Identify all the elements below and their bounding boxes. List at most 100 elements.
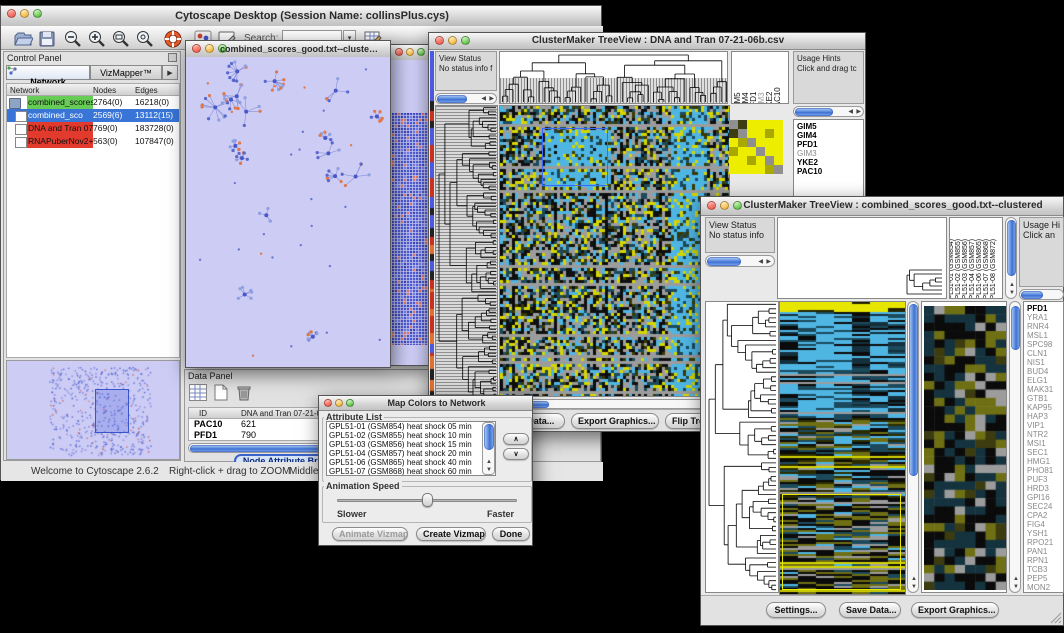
attribute-list[interactable]: GPL51-01 (GSM854) heat shock 05 minGPL51… (326, 421, 496, 476)
gene-list-item[interactable]: SPC98 (1027, 340, 1063, 349)
tv2-heatmap-vscrollbar[interactable]: ▲▼ (907, 301, 919, 593)
matrix-cell[interactable] (765, 156, 774, 165)
tv1-right-scrollbar[interactable]: ◀▶ (793, 106, 864, 117)
tab-network[interactable]: Network (6, 65, 90, 80)
array-column-label[interactable]: GPL51-03 (GSM856) (962, 239, 969, 299)
minimize-button[interactable] (335, 399, 343, 407)
tab-overflow-button[interactable]: ▶ (162, 65, 178, 80)
done-button[interactable]: Done (492, 527, 530, 541)
attribute-list-item[interactable]: GPL51-03 (GSM856) heat shock 15 min (327, 440, 495, 449)
zoom-button[interactable] (417, 48, 425, 56)
matrix-cell[interactable] (729, 138, 738, 147)
gene-list-item[interactable]: PFD1 (1027, 304, 1063, 313)
matrix-cell[interactable] (756, 138, 765, 147)
help-lifering-icon[interactable] (163, 29, 183, 49)
zoom-fit-icon[interactable] (111, 29, 131, 49)
close-button[interactable] (192, 44, 201, 53)
matrix-cell[interactable] (747, 120, 756, 129)
zoom-heatmap-panel[interactable] (921, 301, 1007, 593)
attribute-list-item[interactable]: GPL51-02 (GSM855) heat shock 10 min (327, 431, 495, 440)
gene-list-item[interactable]: GPI16 (1027, 493, 1063, 502)
network-row[interactable]: combined_scores2764(0)16218(0) (7, 96, 179, 109)
tv2-genelist-hscrollbar[interactable] (1019, 289, 1064, 300)
matrix-cell[interactable] (738, 147, 747, 156)
attribute-list-item[interactable]: GPL51-04 (GSM857) heat shock 20 min (327, 449, 495, 458)
gene-list-item[interactable]: MAK31 (1027, 385, 1063, 394)
gene-list-item[interactable]: PHO81 (1027, 466, 1063, 475)
network2-canvas-area[interactable] (391, 60, 429, 365)
main-titlebar[interactable]: Cytoscape Desktop (Session Name: collins… (1, 6, 601, 27)
gene-list-item[interactable]: SEC1 (1027, 448, 1063, 457)
tv1-status-scrollbar[interactable]: ◀▶ (435, 93, 497, 104)
move-up-button[interactable]: ∧ (503, 433, 529, 445)
matrix-cell[interactable] (774, 156, 783, 165)
matrix-cell[interactable] (756, 120, 765, 129)
gene-list-item[interactable]: YSH1 (1027, 529, 1063, 538)
network-titlebar[interactable]: combined_scores_good.txt--cluste… (186, 41, 390, 58)
gene-list-item[interactable]: CPA2 (1027, 511, 1063, 520)
matrix-cell[interactable] (765, 138, 774, 147)
gene-list-item[interactable]: YRA1 (1027, 313, 1063, 322)
gene-list-item[interactable]: VIP1 (1027, 421, 1063, 430)
treeview1-titlebar[interactable]: ClusterMaker TreeView : DNA and Tran 07-… (429, 33, 865, 50)
gene-list-item[interactable]: MSI1 (1027, 439, 1063, 448)
network-overview-panel[interactable] (6, 360, 180, 460)
matrix-cell[interactable] (756, 165, 765, 174)
matrix-cell[interactable] (738, 156, 747, 165)
column-labels[interactable]: GIM5GIM4PFD1GIM3YKE2PAC10 (731, 51, 789, 104)
network-row[interactable]: RNAPuberNov2+563(0)107847(0) (7, 135, 179, 148)
heatmap-main[interactable] (779, 301, 906, 595)
gene-list-item[interactable]: GIM5 (797, 122, 863, 131)
matrix-cell[interactable] (747, 147, 756, 156)
gene-list-item[interactable]: GTB1 (1027, 394, 1063, 403)
table-grid-icon[interactable] (189, 384, 207, 401)
minimize-button[interactable] (20, 9, 29, 18)
close-button[interactable] (707, 201, 716, 210)
attribute-list-item[interactable]: GPL51-06 (GSM865) heat shock 40 min (327, 458, 495, 467)
tv2-status-scrollbar[interactable]: ◀▶ (705, 255, 775, 267)
save-data-button[interactable]: Save Data... (839, 602, 901, 618)
matrix-cell[interactable] (774, 147, 783, 156)
gene-list-item[interactable]: FIG4 (1027, 520, 1063, 529)
column-label[interactable]: PAC10 (773, 87, 782, 104)
tv1-heatmap-hscrollbar[interactable] (499, 399, 730, 409)
gene-list-item[interactable]: PEP5 (1027, 574, 1063, 583)
close-button[interactable] (7, 9, 16, 18)
matrix-cell[interactable] (738, 120, 747, 129)
matrix-cell[interactable] (738, 165, 747, 174)
tv2-labels-vscrollbar[interactable]: ▲▼ (1005, 217, 1017, 299)
animation-speed-slider[interactable] (337, 492, 517, 508)
open-file-icon[interactable] (13, 29, 33, 49)
network-row[interactable]: DNA and Tran 07769(0)183728(0) (7, 122, 179, 135)
close-button[interactable] (435, 36, 444, 45)
array-column-labels[interactable]: GPL51-01 (GSM854)GPL51-02 (GSM855)GPL51-… (949, 217, 1003, 299)
correlation-matrix[interactable] (729, 120, 783, 174)
array-column-label[interactable]: GPL51-07 (GSM868) (983, 239, 990, 299)
close-button[interactable] (324, 399, 332, 407)
minimize-button[interactable] (205, 44, 214, 53)
row-dendrogram[interactable] (435, 105, 498, 407)
minimize-button[interactable] (448, 36, 457, 45)
create-vizmap-button[interactable]: Create Vizmap (416, 527, 486, 541)
gene-list-item[interactable]: MSL1 (1027, 331, 1063, 340)
matrix-cell[interactable] (729, 165, 738, 174)
gene-list-item[interactable]: ELG1 (1027, 376, 1063, 385)
matrix-cell[interactable] (738, 138, 747, 147)
tv2-zoom-vscrollbar[interactable]: ▲▼ (1009, 301, 1021, 593)
gene-list-item[interactable]: RNR4 (1027, 322, 1063, 331)
zoom-out-icon[interactable] (63, 29, 83, 49)
matrix-cell[interactable] (774, 138, 783, 147)
zoom-selected-icon[interactable] (135, 29, 155, 49)
gene-list-item[interactable]: TCB3 (1027, 565, 1063, 574)
matrix-cell[interactable] (729, 120, 738, 129)
matrix-cell[interactable] (729, 129, 738, 138)
network-row[interactable]: combined_sco2569(6)13112(15) (7, 109, 179, 122)
gene-list-item[interactable]: PUF3 (1027, 475, 1063, 484)
gene-list-item[interactable]: HAP3 (1027, 412, 1063, 421)
zoom-in-icon[interactable] (87, 29, 107, 49)
matrix-cell[interactable] (774, 120, 783, 129)
dialog-titlebar[interactable]: Map Colors to Network (319, 396, 532, 411)
delete-attribute-trash-icon[interactable] (235, 384, 253, 401)
matrix-cell[interactable] (747, 165, 756, 174)
minimize-button[interactable] (406, 48, 414, 56)
